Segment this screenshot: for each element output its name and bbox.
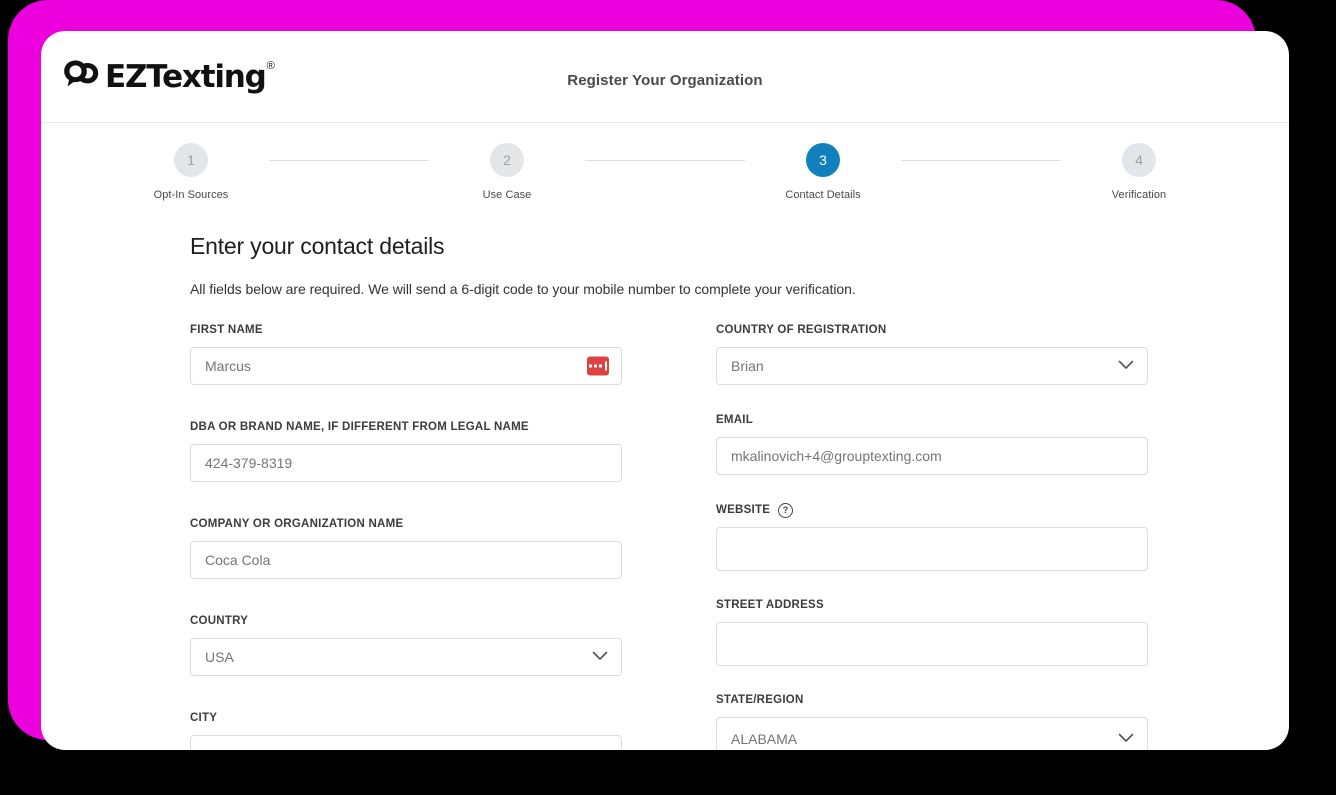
autofill-badge-icon[interactable] [587,356,609,376]
input-wrapper-website [716,527,1148,571]
field-spacer [190,385,622,419]
stepper-step-1[interactable]: 1 Opt-In Sources [131,143,251,201]
input-wrapper-company-or-organization-name [190,541,622,579]
page-root: EZTexting ® Register Your Organization 1… [0,0,1336,795]
field-city: CITY [190,710,622,750]
select-country[interactable] [190,638,622,676]
field-label-country: COUNTRY [190,613,622,629]
stepper-step-number: 3 [806,143,840,177]
input-wrapper-country [190,638,622,676]
field-spacer [716,475,1148,502]
input-company-or-organization-name[interactable] [190,541,622,579]
field-country: COUNTRY [190,613,622,676]
field-website: WEBSITE? [716,502,1148,571]
input-wrapper-country-of-registration [716,347,1148,385]
field-country-of-registration: COUNTRY OF REGISTRATION [716,322,1148,385]
stepper-connector [901,160,1061,161]
input-street-address[interactable] [716,622,1148,666]
select-country-of-registration[interactable] [716,347,1148,385]
label-text: STREET ADDRESS [716,599,824,611]
progress-stepper: 1 Opt-In Sources 2 Use Case 3 Contact Details… [154,143,1166,221]
stepper-step-label: Verification [1111,189,1167,201]
field-dba-or-brand-name-if-different-from-lega: DBA OR BRAND NAME, IF DIFFERENT FROM LEG… [190,419,622,482]
label-text: COUNTRY OF REGISTRATION [716,324,887,336]
input-wrapper-first-name [190,347,622,385]
stepper-step-label: Contact Details [785,189,861,201]
stepper-step-2[interactable]: 2 Use Case [447,143,567,201]
form-column-right: COUNTRY OF REGISTRATION EMAIL WEBSITE? STRE… [716,322,1148,750]
field-spacer [716,666,1148,692]
field-spacer [190,676,622,710]
label-text: FIRST NAME [190,324,263,336]
label-text: EMAIL [716,414,754,426]
label-text: DBA OR BRAND NAME, IF DIFFERENT FROM LEG… [190,421,529,433]
form-column-left: FIRST NAME DBA OR BRAND NAME, IF DIFFEREN… [190,322,622,750]
stepper-step-label: Opt-In Sources [153,189,229,201]
field-label-dba-or-brand-name-if-different-from-lega: DBA OR BRAND NAME, IF DIFFERENT FROM LEG… [190,419,622,435]
label-text: STATE/REGION [716,694,804,706]
input-website[interactable] [716,527,1148,571]
label-text: COMPANY OR ORGANIZATION NAME [190,518,404,530]
stepper-step-label: Use Case [482,189,532,201]
stepper-step-3[interactable]: 3 Contact Details [763,143,883,201]
field-first-name: FIRST NAME [190,322,622,385]
field-label-city: CITY [190,710,622,726]
input-wrapper-city [190,735,622,750]
logo-registered-mark: ® [266,60,275,72]
field-label-country-of-registration: COUNTRY OF REGISTRATION [716,322,1148,338]
stepper-step-number: 1 [174,143,208,177]
stepper-connector [269,160,429,161]
stepper-connector [585,160,745,161]
form-grid: FIRST NAME DBA OR BRAND NAME, IF DIFFEREN… [190,322,1148,750]
input-wrapper-state-region [716,717,1148,750]
form-subheading: All fields below are required. We will s… [190,281,856,297]
help-icon[interactable]: ? [778,502,794,518]
input-wrapper-email [716,437,1148,475]
field-label-state-region: STATE/REGION [716,692,1148,708]
field-spacer [190,482,622,516]
label-text: COUNTRY [190,615,249,627]
form-heading: Enter your contact details [190,233,445,259]
label-text: CITY [190,712,218,724]
contact-details-form: Enter your contact details All fields be… [190,233,1148,750]
registration-card: EZTexting ® Register Your Organization 1… [41,31,1289,750]
field-company-or-organization-name: COMPANY OR ORGANIZATION NAME [190,516,622,579]
input-city[interactable] [190,735,622,750]
stepper-step-number: 4 [1122,143,1156,177]
input-first-name[interactable] [190,347,622,385]
field-label-email: EMAIL [716,412,1148,428]
input-email[interactable] [716,437,1148,475]
input-wrapper-street-address [716,622,1148,666]
field-email: EMAIL [716,412,1148,475]
field-spacer [716,571,1148,597]
field-label-company-or-organization-name: COMPANY OR ORGANIZATION NAME [190,516,622,532]
field-state-region: STATE/REGION [716,692,1148,750]
field-label-website: WEBSITE? [716,502,1148,518]
app-header: EZTexting ® Register Your Organization [41,31,1289,123]
stepper-step-number: 2 [490,143,524,177]
input-dba-or-brand-name-if-different-from-lega[interactable] [190,444,622,482]
field-street-address: STREET ADDRESS [716,597,1148,666]
label-text: WEBSITE [716,504,771,516]
select-state-region[interactable] [716,717,1148,750]
field-spacer [190,579,622,613]
field-spacer [716,385,1148,412]
field-label-street-address: STREET ADDRESS [716,597,1148,613]
page-title: Register Your Organization [567,72,763,89]
stepper-step-4[interactable]: 4 Verification [1079,143,1199,201]
field-label-first-name: FIRST NAME [190,322,622,338]
input-wrapper-dba-or-brand-name-if-different-from-lega [190,444,622,482]
